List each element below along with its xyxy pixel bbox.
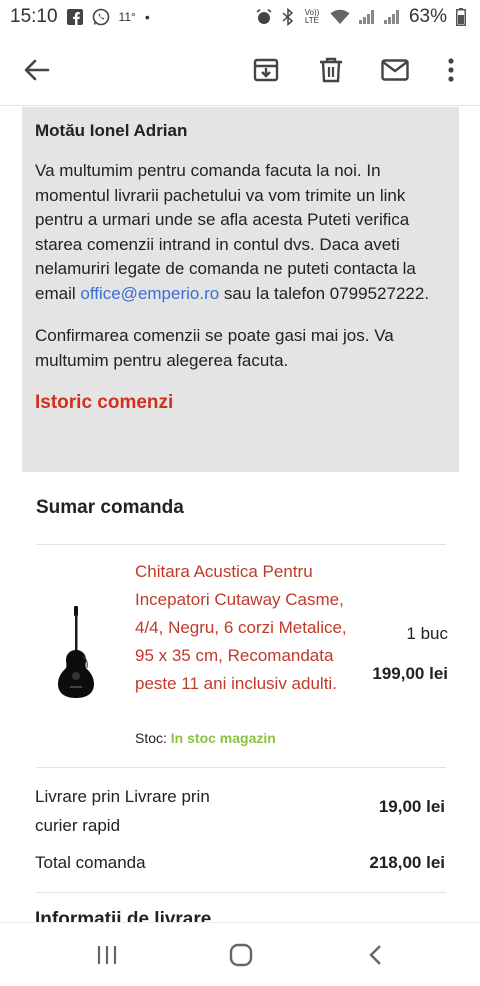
arrow-back-icon xyxy=(24,59,50,81)
status-left: 15:10 11° • xyxy=(10,6,150,28)
chevron-left-icon xyxy=(369,945,381,965)
status-dot-icon: • xyxy=(144,9,150,25)
signal-icon-2 xyxy=(383,10,400,24)
guitar-product-image[interactable] xyxy=(52,604,100,700)
status-temperature: 11° xyxy=(118,10,136,24)
more-options-button[interactable] xyxy=(433,52,469,88)
status-bar: 15:10 11° • Vo)) LTE 63% xyxy=(0,0,480,34)
facebook-icon xyxy=(66,9,83,25)
wifi-icon xyxy=(330,9,350,25)
stock-label: Stoc: xyxy=(135,730,171,746)
archive-icon xyxy=(253,58,279,82)
email-toolbar xyxy=(0,34,480,106)
mail-icon xyxy=(381,59,409,81)
home-icon xyxy=(229,943,253,967)
stock-status: Stoc: In stoc magazin xyxy=(135,730,276,746)
product-price: 199,00 lei xyxy=(372,664,448,683)
order-history-link[interactable]: Istoric comenzi xyxy=(35,392,445,414)
product-name-link[interactable]: Chitara Acustica Pentru Incepatori Cutaw… xyxy=(135,558,350,698)
message-text-tail: sau la talefon 0799527222. xyxy=(219,283,430,303)
recent-apps-button[interactable] xyxy=(90,939,124,971)
email-link[interactable]: office@emperio.ro xyxy=(80,284,219,303)
shipping-price: 19,00 lei xyxy=(378,797,445,816)
message-paragraph: Va multumim pentru comanda facuta la noi… xyxy=(35,159,445,306)
back-button[interactable] xyxy=(19,52,55,88)
more-vert-icon xyxy=(448,58,454,82)
status-time: 15:10 xyxy=(10,6,58,27)
back-nav-button[interactable] xyxy=(358,939,392,971)
divider xyxy=(36,892,446,893)
product-quantity: 1 buc xyxy=(406,624,448,643)
shipping-label: Livrare prin Livrare prin curier rapid xyxy=(35,787,210,835)
signal-icon xyxy=(358,10,375,24)
total-label: Total comanda xyxy=(35,853,146,872)
archive-button[interactable] xyxy=(248,52,284,88)
status-right: Vo)) LTE 63% xyxy=(255,6,466,28)
trash-icon xyxy=(320,57,342,83)
message-card: Motău Ionel Adrian Va multumim pentru co… xyxy=(22,107,459,472)
alarm-icon xyxy=(255,8,273,26)
total-price: 218,00 lei xyxy=(369,853,445,872)
system-navigation-bar xyxy=(0,922,480,986)
divider xyxy=(36,767,446,768)
home-button[interactable] xyxy=(224,939,258,971)
bluetooth-icon xyxy=(282,8,294,26)
recipient-name: Motău Ionel Adrian xyxy=(35,121,188,140)
volte-indicator: Vo)) LTE xyxy=(304,8,320,25)
battery-icon xyxy=(456,8,466,26)
confirmation-paragraph: Confirmarea comenzii se poate gasi mai j… xyxy=(35,326,394,370)
delete-button[interactable] xyxy=(313,52,349,88)
whatsapp-icon xyxy=(92,8,110,26)
mark-unread-button[interactable] xyxy=(377,52,413,88)
stock-value: In stoc magazin xyxy=(170,730,276,746)
battery-percent: 63% xyxy=(408,6,447,27)
summary-title: Sumar comanda xyxy=(36,497,184,518)
divider xyxy=(36,544,446,545)
recents-icon xyxy=(97,946,117,964)
message-text: Va multumim pentru comanda facuta la noi… xyxy=(35,161,416,303)
